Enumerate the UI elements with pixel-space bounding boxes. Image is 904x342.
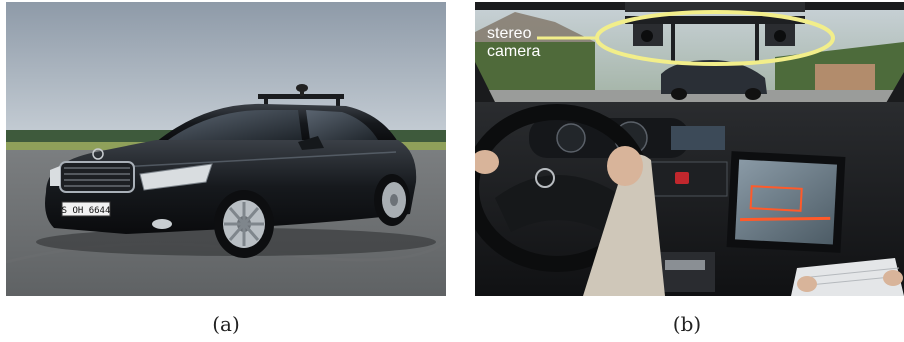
photo-car-exterior: S OH 6644 <box>6 2 446 296</box>
photo-car-interior: stereo camera <box>475 2 904 296</box>
laptop-display <box>726 151 846 253</box>
caption-a: (a) <box>212 312 240 336</box>
annotation-label-line1: stereo <box>487 25 532 42</box>
license-plate-text: S OH 6644 <box>62 206 111 216</box>
annotation-label-line2: camera <box>487 43 540 60</box>
rear-wheel <box>374 174 410 226</box>
front-wheel <box>214 190 274 258</box>
caption-b: (b) <box>672 312 702 336</box>
dash-screen <box>671 126 725 150</box>
